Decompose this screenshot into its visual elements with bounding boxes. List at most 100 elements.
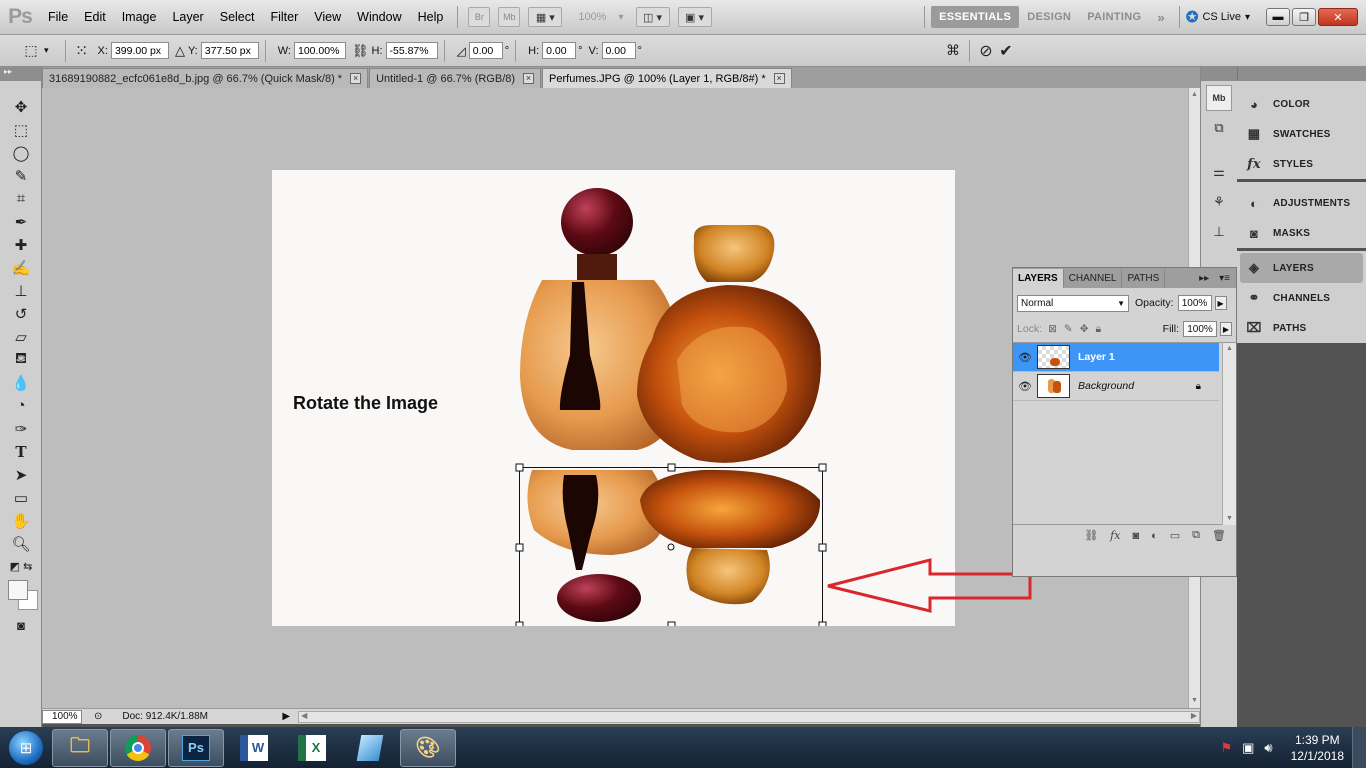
menu-image[interactable]: Image [114,10,165,24]
clone-stamp-tool-icon[interactable]: ⊥ [6,279,36,302]
link-icon[interactable]: ⛓ [352,43,369,59]
dock-item-styles[interactable]: fx STYLES [1237,149,1366,179]
warp-mode-icon[interactable]: ⌘ [943,41,963,61]
scroll-up-icon[interactable]: ▲ [1223,345,1236,352]
menu-select[interactable]: Select [212,10,263,24]
workspace-essentials[interactable]: ESSENTIALS [931,6,1020,28]
dock-item-swatches[interactable]: ▦ SWATCHES [1237,119,1366,149]
transform-handle[interactable] [667,463,676,472]
tab-close-icon[interactable]: × [773,73,785,84]
menu-view[interactable]: View [306,10,349,24]
tab-close-icon[interactable]: × [523,73,535,84]
fill-field[interactable]: 100% [1183,321,1217,337]
close-button[interactable]: ✕ [1318,8,1358,26]
panel-collapse-icon[interactable]: ▸▸ [1199,273,1209,284]
link-layers-icon[interactable]: ⛓ [1084,529,1098,542]
lasso-tool-icon[interactable]: ◯ [6,141,36,164]
lock-all-icon[interactable]: 🔒︎ [1096,323,1102,336]
adjustment-layer-icon[interactable]: ◐ [1151,530,1158,542]
scroll-down-icon[interactable]: ▼ [1223,515,1236,522]
cancel-transform-icon[interactable]: ⊘ [976,41,996,61]
lock-pixels-icon[interactable]: ✎ [1064,323,1073,335]
zoom-level[interactable]: 100% [578,11,606,23]
rotate-field[interactable]: 0.00 [468,42,503,59]
volume-icon[interactable]: 🔊︎ [1264,740,1272,756]
paint-bucket-tool-icon[interactable]: ⛾ [6,348,36,371]
delete-layer-icon[interactable]: 🗑︎ [1212,529,1226,542]
blend-mode-select[interactable]: Normal ▼ [1017,294,1129,312]
add-mask-icon[interactable]: ◙ [1132,530,1139,542]
commit-transform-icon[interactable]: ✔ [996,41,1016,61]
history-brush-tool-icon[interactable]: ↺ [6,302,36,325]
path-selection-tool-icon[interactable]: ➤ [6,463,36,486]
transform-handle[interactable] [667,621,676,630]
network-icon[interactable]: ▣ [1242,740,1254,756]
layer-style-icon[interactable]: fx [1110,529,1120,542]
menu-edit[interactable]: Edit [76,10,114,24]
eraser-tool-icon[interactable]: ▱ [6,325,36,348]
taskbar-paint[interactable]: 🎨︎ [400,728,456,767]
quick-selection-tool-icon[interactable]: ✎ [6,164,36,187]
taskbar-explorer[interactable]: 🗀 [52,728,108,767]
visibility-eye-icon[interactable]: 👁︎ [1013,351,1037,364]
tab-untitled-1[interactable]: Untitled-1 @ 66.7% (RGB/8) × [369,68,542,88]
eyedropper-tool-icon[interactable]: ✒ [6,210,36,233]
new-layer-icon[interactable]: ⧉ [1192,529,1200,542]
taskbar-chrome[interactable] [110,728,166,767]
actions-icon[interactable]: ⊥ [1206,219,1232,245]
arrange-documents-button[interactable]: ◫ ▾ [635,7,670,27]
healing-brush-tool-icon[interactable]: ✚ [6,233,36,256]
lock-position-icon[interactable]: ✥ [1080,323,1089,335]
minimize-button[interactable]: ▬ [1266,8,1290,26]
dock-item-channels[interactable]: ⚭ CHANNELS [1237,283,1366,313]
mini-bridge-icon[interactable]: Mb [1206,85,1232,111]
hand-tool-icon[interactable]: ✋ [6,509,36,532]
tab-channels[interactable]: CHANNEL [1064,269,1123,288]
new-group-icon[interactable]: ▭ [1170,529,1180,542]
action-center-icon[interactable]: ⚑ [1220,740,1232,756]
y-position-field[interactable]: 377.50 px [200,42,259,59]
layer-row-layer-1[interactable]: 👁︎ Layer 1 [1013,343,1219,372]
status-options-icon[interactable]: ⊙ [94,711,102,722]
v-skew-field[interactable]: 0.00 [601,42,636,59]
opacity-slider-icon[interactable]: ▶ [1214,296,1227,310]
transform-handle[interactable] [818,543,827,552]
menu-file[interactable]: File [40,10,76,24]
transform-center-point[interactable] [667,543,675,551]
start-button[interactable]: ⊞ [0,727,52,768]
panel-strip-header[interactable] [1201,67,1237,81]
dock-item-paths[interactable]: ⌧ PATHS [1237,313,1366,343]
screen-mode-button[interactable]: ▣ ▾ [677,7,712,27]
width-field[interactable]: 100.00% [293,42,346,59]
workspace-design[interactable]: DESIGN [1019,11,1079,23]
taskbar-excel[interactable]: X [284,729,340,767]
bridge-button[interactable]: Br [468,7,491,27]
tab-paths[interactable]: PATHS [1122,269,1166,288]
transform-handle[interactable] [818,621,827,630]
marquee-tool-icon[interactable]: ⬚ [6,118,36,141]
mini-bridge-button[interactable]: Mb [498,7,521,27]
canvas-horizontal-scrollbar[interactable]: ◀ ▶ [298,710,1200,723]
reference-point-icon[interactable]: ⁙ [72,41,92,61]
brush-tool-icon[interactable]: ✍ [6,256,36,279]
taskbar-app[interactable] [342,729,398,767]
tab-layers[interactable]: LAYERS [1013,269,1064,288]
height-field[interactable]: -55.87% [385,42,438,59]
dock-item-layers[interactable]: ◈ LAYERS [1240,253,1363,283]
scroll-up-icon[interactable]: ▲ [1189,91,1200,98]
menu-filter[interactable]: Filter [262,10,306,24]
tab-quick-mask-doc[interactable]: 31689190882_ecfc061e8d_b.jpg @ 66.7% (Qu… [42,68,369,88]
pen-tool-icon[interactable]: ✑ [6,417,36,440]
scroll-left-icon[interactable]: ◀ [301,711,307,720]
transform-handle[interactable] [515,543,524,552]
layer-list-scrollbar[interactable]: ▲ ▼ [1222,343,1236,525]
cs-live-button[interactable]: CS Live [1202,11,1241,23]
panel-dock-header[interactable] [1237,67,1366,81]
layer-row-background[interactable]: 👁︎ Background 🔒︎ [1013,372,1219,401]
opacity-field[interactable]: 100% [1177,295,1212,311]
rectangle-tool-icon[interactable]: ▭ [6,486,36,509]
dock-item-masks[interactable]: ◙ MASKS [1237,218,1366,248]
dock-item-adjustments[interactable]: ◐ ADJUSTMENTS [1237,188,1366,218]
x-position-field[interactable]: 399.00 px [110,42,169,59]
panel-menu-icon[interactable]: ▾≡ [1219,273,1230,284]
